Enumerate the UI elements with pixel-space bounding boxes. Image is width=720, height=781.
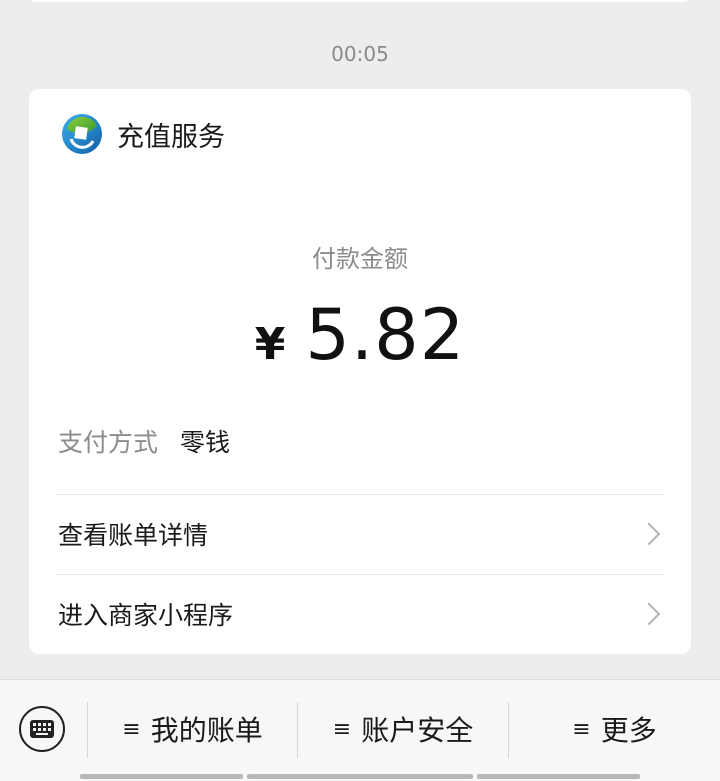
payment-method-label: 支付方式 xyxy=(58,428,159,457)
previous-message-card xyxy=(28,0,691,2)
menu-label: 账户安全 xyxy=(361,714,474,747)
menu-my-bills[interactable]: ≡ 我的账单 xyxy=(88,706,297,752)
payment-method-value: 零钱 xyxy=(180,428,231,457)
menu-indicator xyxy=(477,774,640,779)
service-header[interactable]: 充值服务 xyxy=(61,113,225,155)
menu-indicator xyxy=(80,774,243,779)
payment-amount: ¥ 5.82 xyxy=(29,294,691,376)
amount-value: 5.82 xyxy=(305,294,466,376)
official-account-menu-bar: ≡ 我的账单 ≡ 账户安全 ≡ 更多 xyxy=(0,679,720,781)
currency-symbol: ¥ xyxy=(254,319,286,370)
amount-label: 付款金额 xyxy=(312,245,408,273)
row-label: 进入商家小程序 xyxy=(58,601,234,630)
enter-mini-program-row[interactable]: 进入商家小程序 xyxy=(29,574,691,654)
payment-method: 支付方式 零钱 xyxy=(58,423,230,459)
menu-account-security[interactable]: ≡ 账户安全 xyxy=(298,706,508,752)
menu-label: 我的账单 xyxy=(150,714,263,747)
row-label: 查看账单详情 xyxy=(58,521,209,550)
menu-more[interactable]: ≡ 更多 xyxy=(509,706,720,752)
menu-indicator xyxy=(247,774,473,779)
menu-label: 更多 xyxy=(600,714,657,747)
menu-icon: ≡ xyxy=(122,716,141,742)
menu-icon: ≡ xyxy=(332,716,352,742)
e-logo-icon xyxy=(62,114,102,154)
menu-icon: ≡ xyxy=(572,716,591,742)
chevron-right-icon xyxy=(637,602,661,626)
keyboard-toggle-button[interactable] xyxy=(19,706,65,752)
service-name: 充值服务 xyxy=(117,121,225,153)
payment-receipt-card[interactable]: 充值服务 付款金额 ¥ 5.82 支付方式 零钱 查看账单详情 进入商家小程序 xyxy=(29,89,691,654)
message-timestamp: 00:05 xyxy=(331,42,389,66)
chevron-right-icon xyxy=(637,522,661,546)
view-bill-details-row[interactable]: 查看账单详情 xyxy=(29,494,691,574)
keyboard-icon xyxy=(30,720,54,738)
